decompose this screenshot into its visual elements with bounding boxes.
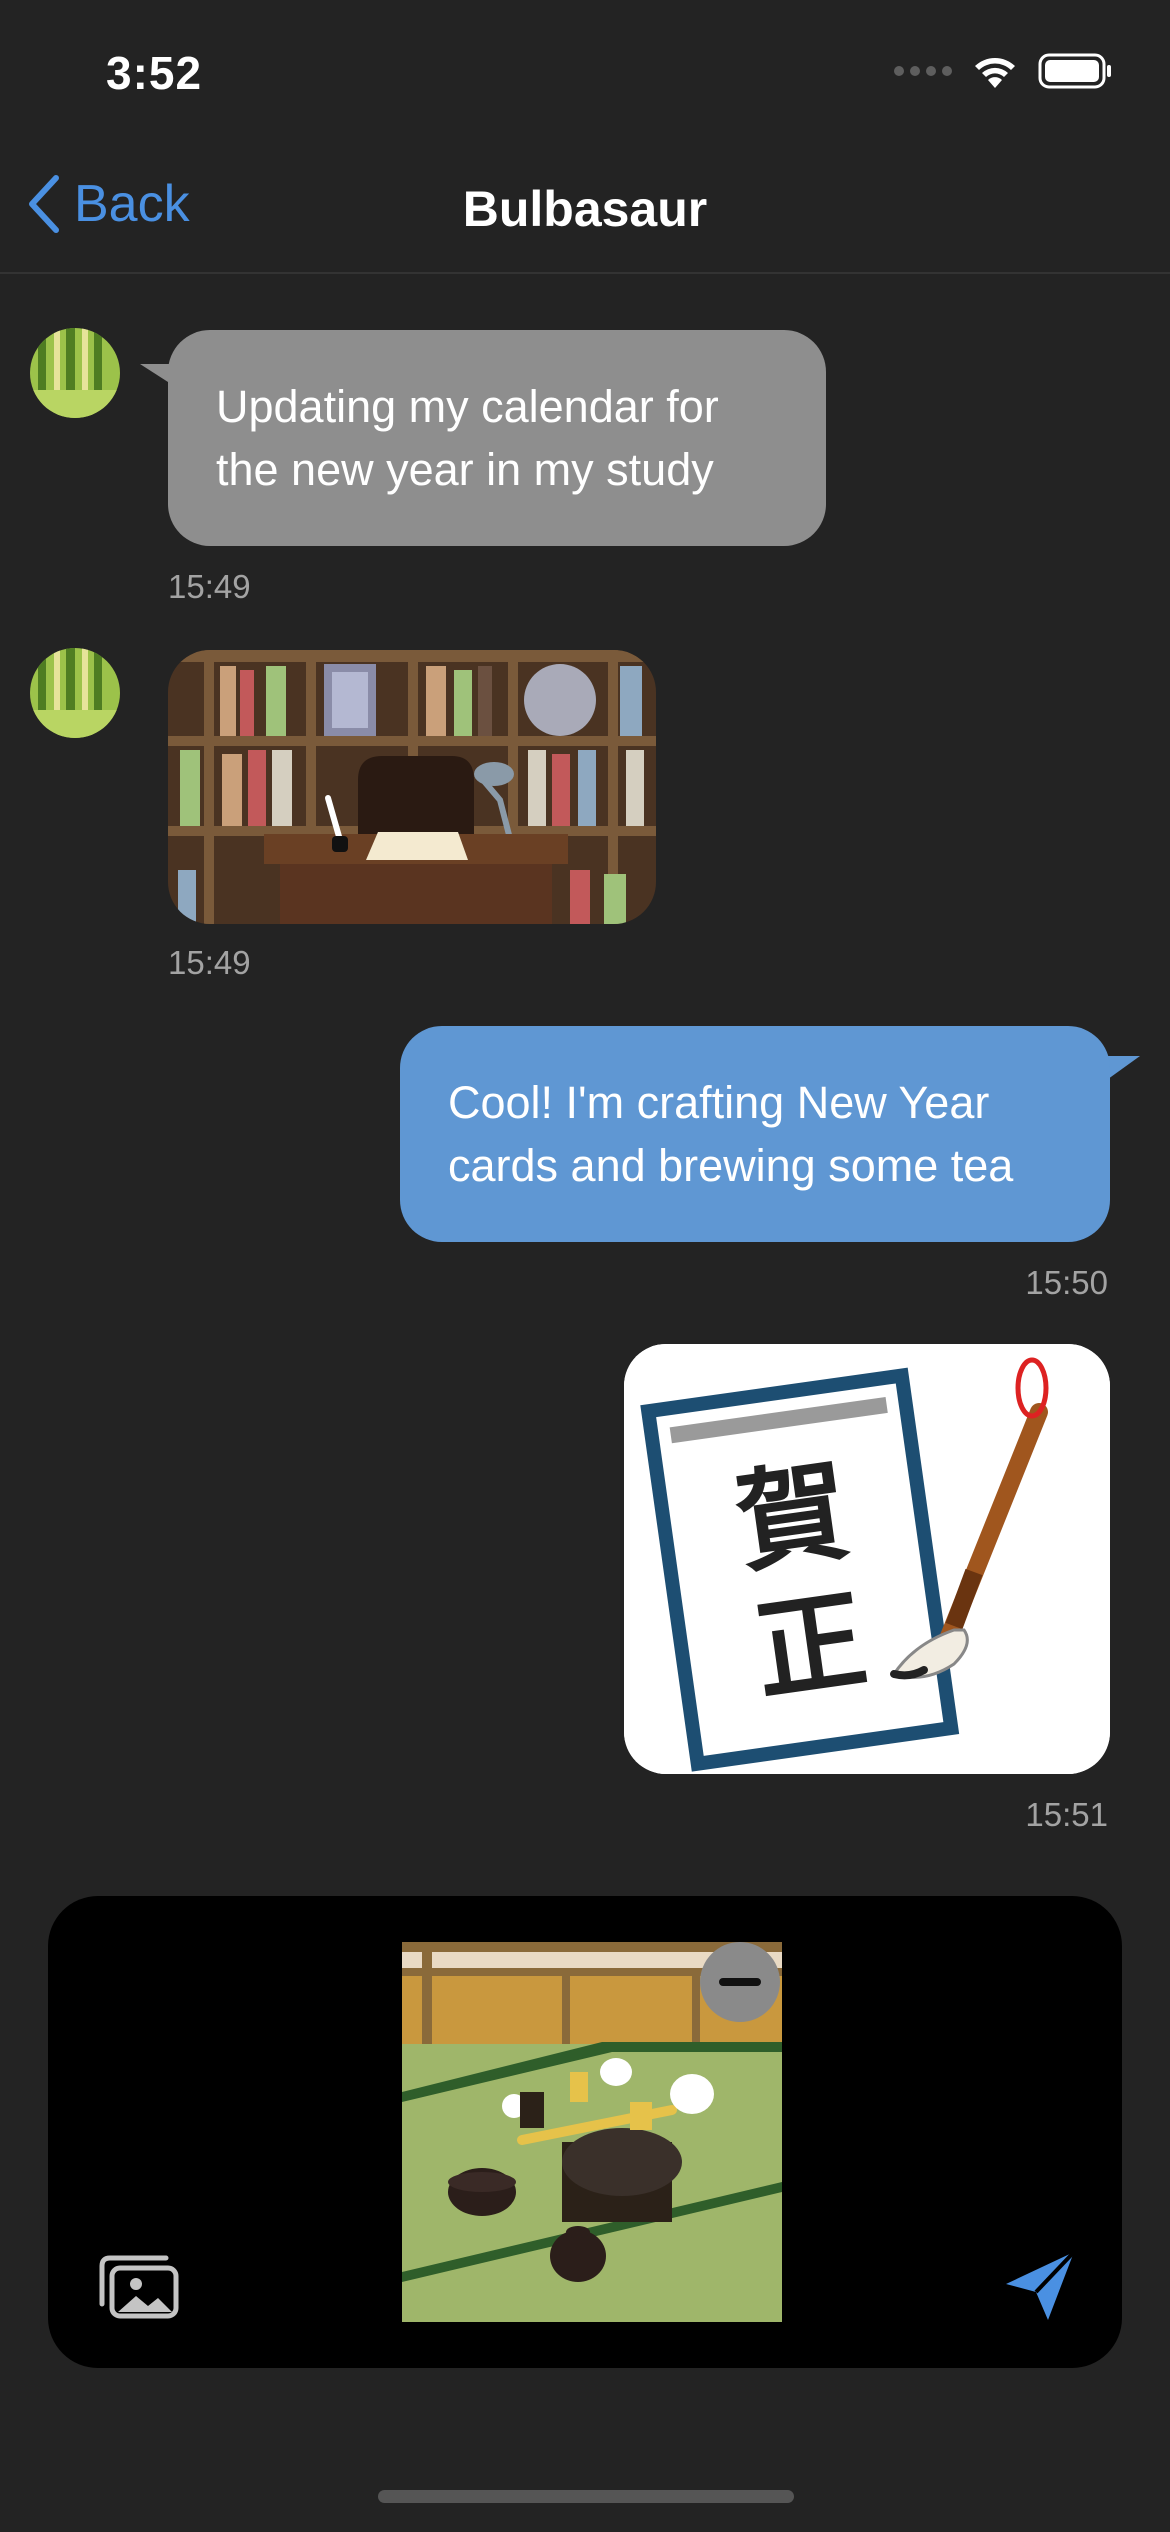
message-image-new-year-card[interactable]: 賀 正 bbox=[624, 1344, 1110, 1774]
status-time: 3:52 bbox=[106, 47, 203, 99]
message-timestamp: 15:49 bbox=[168, 568, 251, 605]
chat-title: Bulbasaur bbox=[462, 181, 708, 237]
message-text: Cool! I'm crafting New Year cards and br… bbox=[448, 1077, 1014, 1191]
message-bubble-incoming[interactable]: Updating my calendar for the new year in… bbox=[168, 330, 826, 546]
message-image-study[interactable] bbox=[168, 650, 656, 924]
status-bar: 3:52 bbox=[0, 0, 1170, 150]
avatar[interactable] bbox=[30, 328, 120, 418]
avatar[interactable] bbox=[30, 648, 120, 738]
minus-circle-icon bbox=[719, 1978, 761, 1986]
svg-text:正: 正 bbox=[747, 1575, 874, 1717]
wifi-icon bbox=[975, 58, 1015, 88]
message-bubble-outgoing[interactable]: Cool! I'm crafting New Year cards and br… bbox=[400, 1026, 1110, 1242]
photo-gallery-icon bbox=[99, 2255, 179, 2319]
message-timestamp: 15:50 bbox=[1025, 1264, 1108, 1301]
composer bbox=[48, 1896, 1122, 2368]
svg-text:賀: 賀 bbox=[729, 1446, 856, 1588]
home-indicator[interactable] bbox=[378, 2490, 794, 2503]
remove-attachment-button[interactable] bbox=[700, 1942, 780, 2022]
message-timestamp: 15:49 bbox=[168, 944, 251, 981]
send-button[interactable] bbox=[1002, 2248, 1078, 2329]
gallery-button[interactable] bbox=[96, 2252, 182, 2327]
message-text: Updating my calendar for the new year in… bbox=[216, 381, 719, 495]
paper-plane-icon bbox=[1006, 2250, 1076, 2320]
signal-dots-icon bbox=[894, 66, 952, 76]
nav-bar: Back Bulbasaur bbox=[0, 150, 1170, 274]
message-timestamp: 15:51 bbox=[1025, 1796, 1108, 1833]
battery-full-icon bbox=[1038, 53, 1111, 89]
